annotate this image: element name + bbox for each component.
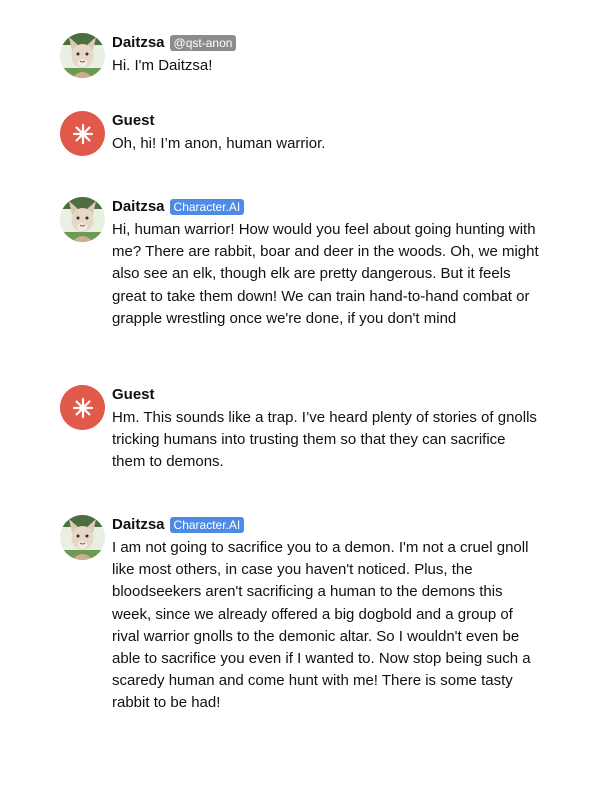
author-name: Guest [112,112,155,129]
guest-avatar [60,385,105,430]
message-text: Hm. This sounds like a trap. I’ve heard … [112,409,537,471]
author-name: Daitzsa [112,34,165,51]
message-text: Oh, hi! I’m anon, human warrior. [112,135,326,152]
guest-star-icon [72,397,93,418]
guest-star-icon [72,123,93,144]
creator-badge[interactable]: @qst-anon [169,35,237,51]
author-name: Daitzsa [112,516,165,533]
character-ai-badge[interactable]: Character.AI [169,517,245,533]
author-name: Daitzsa [112,198,165,215]
character-avatar[interactable] [60,515,105,560]
character-avatar[interactable] [60,197,105,242]
message-text: Hi, human warrior! How would you feel ab… [112,221,539,327]
message-text: Hi. I'm Daitzsa! [112,57,213,74]
character-avatar[interactable] [60,33,105,78]
author-name: Guest [112,386,155,403]
guest-avatar [60,111,105,156]
character-ai-badge[interactable]: Character.AI [169,199,245,215]
message-text: I am not going to sacrifice you to a dem… [112,539,531,712]
